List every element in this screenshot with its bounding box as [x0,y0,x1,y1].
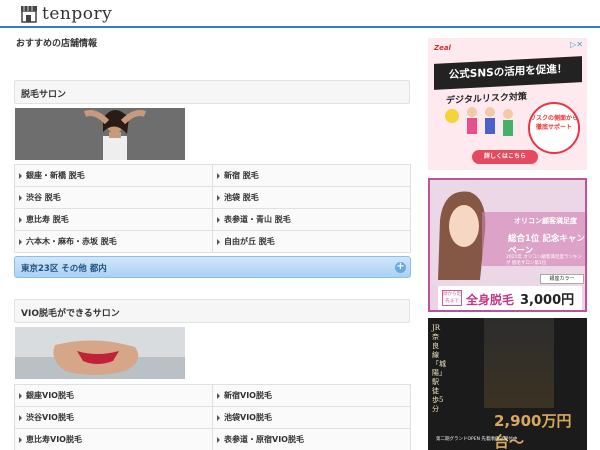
section-heading-vio-salon: VIO脱毛ができるサロン [14,299,410,323]
arrow-right-icon [19,436,22,443]
arrow-right-icon [19,216,22,223]
link-ginza-vio[interactable]: 銀座VIO脱毛 [15,385,213,407]
vio-link-grid: 銀座VIO脱毛 新宿VIO脱毛 渋谷VIO脱毛 池袋VIO脱毛 恵比寿VIO脱毛… [14,384,411,450]
arrow-right-icon [217,436,220,443]
region-accordion-tokyo[interactable]: 東京23区 その他 都内 + [14,256,411,278]
link-shinjuku-datsumo[interactable]: 新宿 脱毛 [213,165,411,187]
link-jiyugaoka-datsumo[interactable]: 自由が丘 脱毛 [213,231,411,253]
ad-line2: 総合1位 記念キャンペーン [508,234,585,256]
woman-portrait-photo[interactable] [15,108,185,160]
ad-shop-name: 銀座カラー [540,274,584,284]
ad-price: 3,000円 [520,293,575,308]
arrow-right-icon [217,392,220,399]
building-illustration [484,318,554,408]
link-omotesando-datsumo[interactable]: 表参道・青山 脱毛 [213,209,411,231]
zeal-logo: Zeal [434,44,451,52]
ad-banner-zeal-sns[interactable]: Zeal ▷✕ 公式SNSの活用を促進！ デジタルリスク対策 リスクの側面から徹… [428,38,587,170]
link-shibuya-vio[interactable]: 渋谷VIO脱毛 [15,407,213,429]
link-ebisu-vio[interactable]: 恵比寿VIO脱毛 [15,429,213,450]
arrow-right-icon [217,238,220,245]
link-shibuya-datsumo[interactable]: 渋谷 脱毛 [15,187,213,209]
link-ikebukuro-datsumo[interactable]: 池袋 脱毛 [213,187,411,209]
ad-banner-mansion[interactable]: JR奈良線「城陽」駅徒歩5分 2,900万円台〜 第二期グランドOPEN 先着順… [428,318,587,450]
arrow-right-icon [217,194,220,201]
link-ebisu-datsumo[interactable]: 恵比寿 脱毛 [15,209,213,231]
arrow-right-icon [19,392,22,399]
ad-banner-ginza-calla[interactable]: オリコン顧客満足度 総合1位 記念キャンペーン 2021年 オリコン顧客満足度ラ… [428,178,587,312]
store-icon [21,6,37,23]
bikini-beach-photo[interactable] [15,327,185,379]
arrow-right-icon [19,414,22,421]
link-ginza-datsumo[interactable]: 銀座・新橋 脱毛 [15,165,213,187]
ad-choices-icon[interactable]: ▷✕ [570,40,583,49]
arrow-right-icon [19,238,22,245]
ad-circle-text: リスクの側面から徹底サポート [529,115,578,131]
ad-tag: 顔から足先まで [442,290,462,306]
ad-price: 2,900万円台〜 [494,412,572,450]
ad-price-label: 全身脱毛 [466,293,515,307]
ad-line1: オリコン顧客満足度 [514,217,577,225]
section-heading-datsumo-salon: 脱毛サロン [14,80,410,104]
page-title: おすすめの店舗情報 [16,39,98,49]
link-ikebukuro-vio[interactable]: 池袋VIO脱毛 [213,407,411,429]
logo-text: tenpory [42,4,113,24]
arrow-right-icon [217,216,220,223]
ad-vertical-text: JR奈良線「城陽」駅徒歩5分 [432,324,446,413]
ad-footer: 第二期グランドOPEN 先着順申込受付中 [436,437,518,442]
arrow-right-icon [217,414,220,421]
link-omotesando-vio[interactable]: 表参道・原宿VIO脱毛 [213,429,411,450]
people-illustration-icon [445,107,513,136]
region-label: 東京23区 その他 都内 [21,264,107,274]
site-logo[interactable]: tenpory [20,4,112,24]
link-roppongi-datsumo[interactable]: 六本木・麻布・赤坂 脱毛 [15,231,213,253]
site-header: tenpory [0,0,600,28]
arrow-right-icon [19,172,22,179]
ad-price-box: 顔から足先まで 全身脱毛 3,000円 [438,286,582,310]
arrow-right-icon [217,172,220,179]
arrow-right-icon [19,194,22,201]
ad-line3: 2021年 オリコン顧客満足度ランキング 脱毛サロン第1位 [506,255,582,266]
link-shinjuku-vio[interactable]: 新宿VIO脱毛 [213,385,411,407]
datsumo-link-grid: 銀座・新橋 脱毛 新宿 脱毛 渋谷 脱毛 池袋 脱毛 恵比寿 脱毛 表参道・青山… [14,164,411,253]
main-content: おすすめの店舗情報 [14,36,412,50]
plus-icon[interactable]: + [395,262,406,273]
ad-detail-button[interactable]: 詳しくはこちら [472,150,538,164]
